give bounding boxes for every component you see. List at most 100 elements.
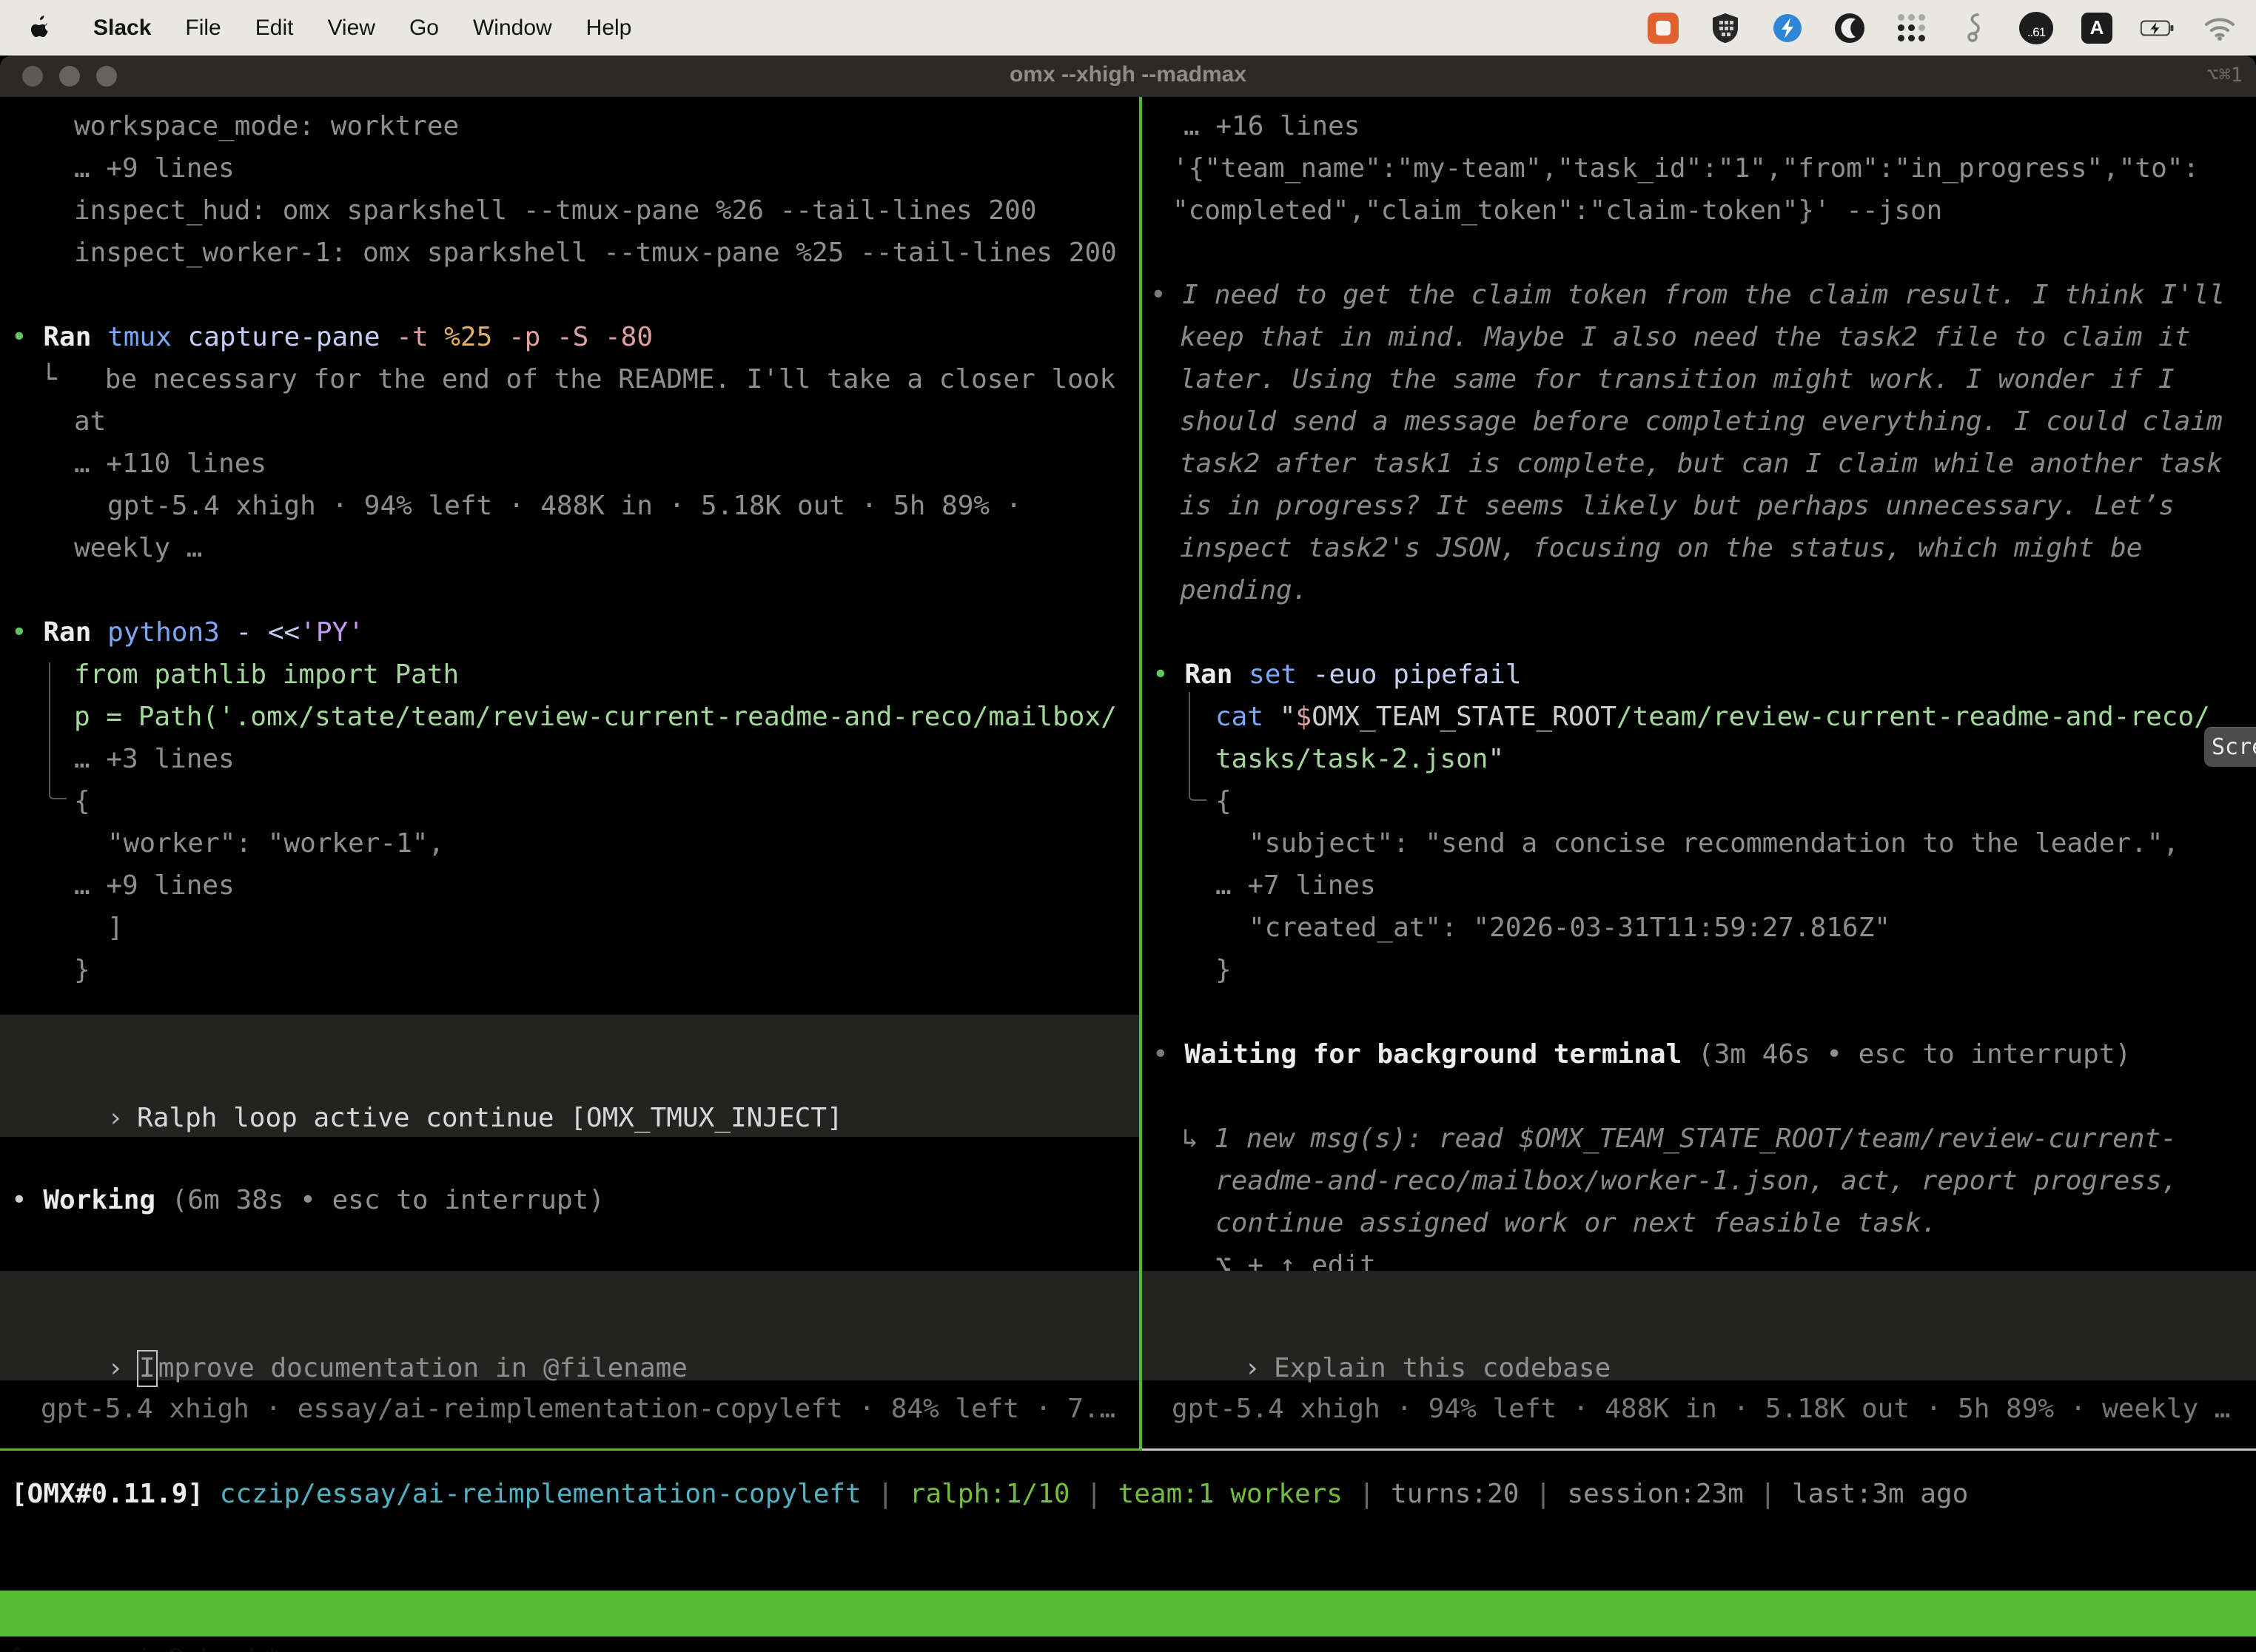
terminal-line: "subject": "send a concise recommendatio… (1249, 822, 2179, 864)
terminal-text-segment: /team/review-current-readme-and-reco/ (1617, 702, 2210, 732)
terminal-text-segment: inspect_worker-1: omx sparkshell --tmux-… (74, 238, 1117, 268)
menu-edit[interactable]: Edit (255, 16, 294, 41)
terminal-line: • Ran set -euo pipefail (1152, 654, 1522, 696)
terminal-line: { (1215, 780, 1232, 822)
menu-bar-status-icons: ..61 A (1646, 11, 2256, 45)
terminal-text-segment: • (11, 617, 43, 648)
terminal-text-segment: gpt-5.4 xhigh · 94% left · 488K in · 5.1… (107, 491, 1021, 521)
hook-icon[interactable] (1957, 11, 1991, 45)
terminal-line: at (74, 400, 106, 443)
terminal-text-segment: … +7 lines (1215, 870, 1376, 901)
terminal-text-segment: (3m 46s • esc to interrupt) (1682, 1039, 2131, 1070)
ralph-loop-text: Ralph loop active continue [OMX_TMUX_INJ… (137, 1103, 843, 1133)
terminal-line: inspect_hud: omx sparkshell --tmux-pane … (74, 189, 1036, 232)
terminal-line: └ be necessary for the end of the README… (41, 358, 1115, 400)
model-status-right: gpt-5.4 xhigh · 94% left · 488K in · 5.1… (1172, 1388, 2230, 1430)
terminal-text-segment: weekly … (74, 533, 202, 563)
terminal-text-segment: … +9 lines (74, 153, 235, 184)
terminal-text-segment: cat (1215, 702, 1263, 732)
terminal-line: is in progress? It seems likely but perh… (1180, 485, 2175, 527)
terminal-text-segment: └ be necessary for the end of the README… (41, 364, 1115, 394)
menu-go[interactable]: Go (409, 16, 439, 41)
terminal-line: • Ran python3 - <<'PY' (11, 611, 364, 654)
terminal-text-segment: Ran (43, 322, 91, 352)
terminal-line: inspect task2's JSON, focusing on the st… (1180, 527, 2142, 569)
pane-divider[interactable] (1139, 97, 1142, 1451)
terminal-text-segment: 'PY' (300, 617, 364, 648)
moon-app-icon[interactable] (1833, 11, 1867, 45)
terminal-line: • Waiting for background terminal (3m 46… (1152, 1033, 2131, 1075)
output-connector (1189, 692, 1206, 801)
pinwheel-icon[interactable] (1770, 11, 1805, 45)
working-status-line: • Working (6m 38s • esc to interrupt) (11, 1179, 605, 1221)
terminal-text-segment: at (74, 406, 106, 437)
terminal-line: task2 after task1 is complete, but can I… (1180, 443, 2223, 485)
terminal-text-segment: { (74, 786, 90, 816)
terminal-text-segment: inspect_hud: omx sparkshell --tmux-pane … (74, 195, 1036, 226)
terminal-text-segment: | (862, 1479, 910, 1509)
terminal-text-segment: keep that in mind. Maybe I also need the… (1180, 322, 2190, 352)
terminal-text-segment: tasks/task-2.json (1215, 744, 1488, 774)
terminal-pane-right[interactable]: … +16 lines'{"team_name":"my-team","task… (1141, 97, 2256, 1448)
terminal-line: • Ran tmux capture-pane -t %25 -p -S -80 (11, 316, 653, 358)
terminal-text-segment: should send a message before completing … (1180, 406, 2223, 437)
terminal-text-segment: Ran (43, 617, 91, 648)
terminal-pane-left[interactable]: workspace_mode: worktree … +9 lines inspec… (0, 97, 1140, 1448)
dots-grid-icon[interactable] (1895, 11, 1929, 45)
terminal-text-segment: " (1488, 744, 1504, 774)
menu-window[interactable]: Window (473, 16, 552, 41)
terminal-text-segment: ] (107, 913, 124, 943)
terminal-line: } (74, 949, 90, 991)
prompt-input-right[interactable]: ›Explain this codebase (1142, 1271, 2256, 1380)
input-placeholder: Explain this codebase (1274, 1353, 1611, 1383)
menu-file[interactable]: File (185, 16, 221, 41)
terminal-line: inspect_worker-1: omx sparkshell --tmux-… (74, 232, 1117, 274)
terminal-line: "worker": "worker-1", (107, 822, 444, 864)
terminal-text-segment: turns:20 (1391, 1479, 1519, 1509)
terminal-line: later. Using the same for transition mig… (1180, 358, 2175, 400)
chat-app-icon[interactable] (1646, 11, 1680, 45)
terminal-text-segment: team:1 workers (1118, 1479, 1343, 1509)
terminal-text-segment: "subject": "send a concise recommendatio… (1249, 828, 2179, 859)
terminal-text-segment: … +110 lines (74, 449, 266, 479)
terminal-line: pending. (1180, 569, 1308, 611)
prompt-input-left[interactable]: ›Improve documentation in @filename (0, 1271, 1139, 1380)
window-title-bar[interactable]: omx --xhigh --madmax ⌥⌘1 (0, 56, 2256, 97)
output-connector (49, 662, 67, 799)
input-placeholder: mprove documentation in @filename (158, 1353, 688, 1383)
battery-icon[interactable] (2141, 11, 2175, 45)
terminal-text-segment: Working (43, 1185, 155, 1215)
screen-share-overlay[interactable]: Scre (2204, 727, 2256, 767)
terminal-line: p = Path('.omx/state/team/review-current… (74, 696, 1117, 738)
pane-border-inactive (1142, 1448, 2256, 1451)
terminal-line: … +110 lines (74, 443, 266, 485)
terminal-text-segment: "worker": "worker-1", (107, 828, 444, 859)
window-shortcut-hint: ⌥⌘1 (2206, 64, 2243, 87)
apple-icon[interactable] (25, 11, 59, 45)
menu-app-name[interactable]: Slack (93, 16, 151, 41)
a-app-icon[interactable]: A (2081, 13, 2112, 44)
terminal-text-segment: capture-pane (172, 322, 380, 352)
terminal-text-segment: $ (1295, 702, 1312, 732)
ralph-loop-band: ›Ralph loop active continue [OMX_TMUX_IN… (0, 1015, 1139, 1137)
menu-bar: Slack File Edit View Go Window Help (0, 0, 2256, 56)
terminal-text-segment: -p -S -80 (492, 322, 653, 352)
pane-border-active (0, 1448, 1139, 1451)
wifi-icon[interactable] (2203, 11, 2237, 45)
terminal-text-segment: %25 (429, 322, 493, 352)
percent-badge-icon[interactable]: ..61 (2019, 12, 2053, 44)
terminal-line: … +3 lines (74, 738, 235, 780)
tmux-status-bar[interactable]: [omx-cczip0:bash* "MacBook-Pro-44.local"… (0, 1591, 2256, 1636)
prompt-chevron: › (1244, 1347, 1274, 1389)
menu-view[interactable]: View (327, 16, 375, 41)
terminal-text-segment: continue assigned work or next feasible … (1215, 1208, 1937, 1238)
menu-help[interactable]: Help (586, 16, 632, 41)
grid-shield-icon[interactable] (1708, 11, 1742, 45)
terminal-line: readme-and-reco/mailbox/worker-1.json, a… (1215, 1160, 2178, 1202)
screen: Slack File Edit View Go Window Help (0, 0, 2256, 1652)
terminal-text-segment: Waiting for background terminal (1184, 1039, 1682, 1070)
terminal-text-segment: • (1152, 1039, 1184, 1070)
terminal-text-segment: • (11, 1185, 43, 1215)
terminal-text-segment: workspace_mode: worktree (74, 111, 459, 141)
terminal-text-segment: … +3 lines (74, 744, 235, 774)
